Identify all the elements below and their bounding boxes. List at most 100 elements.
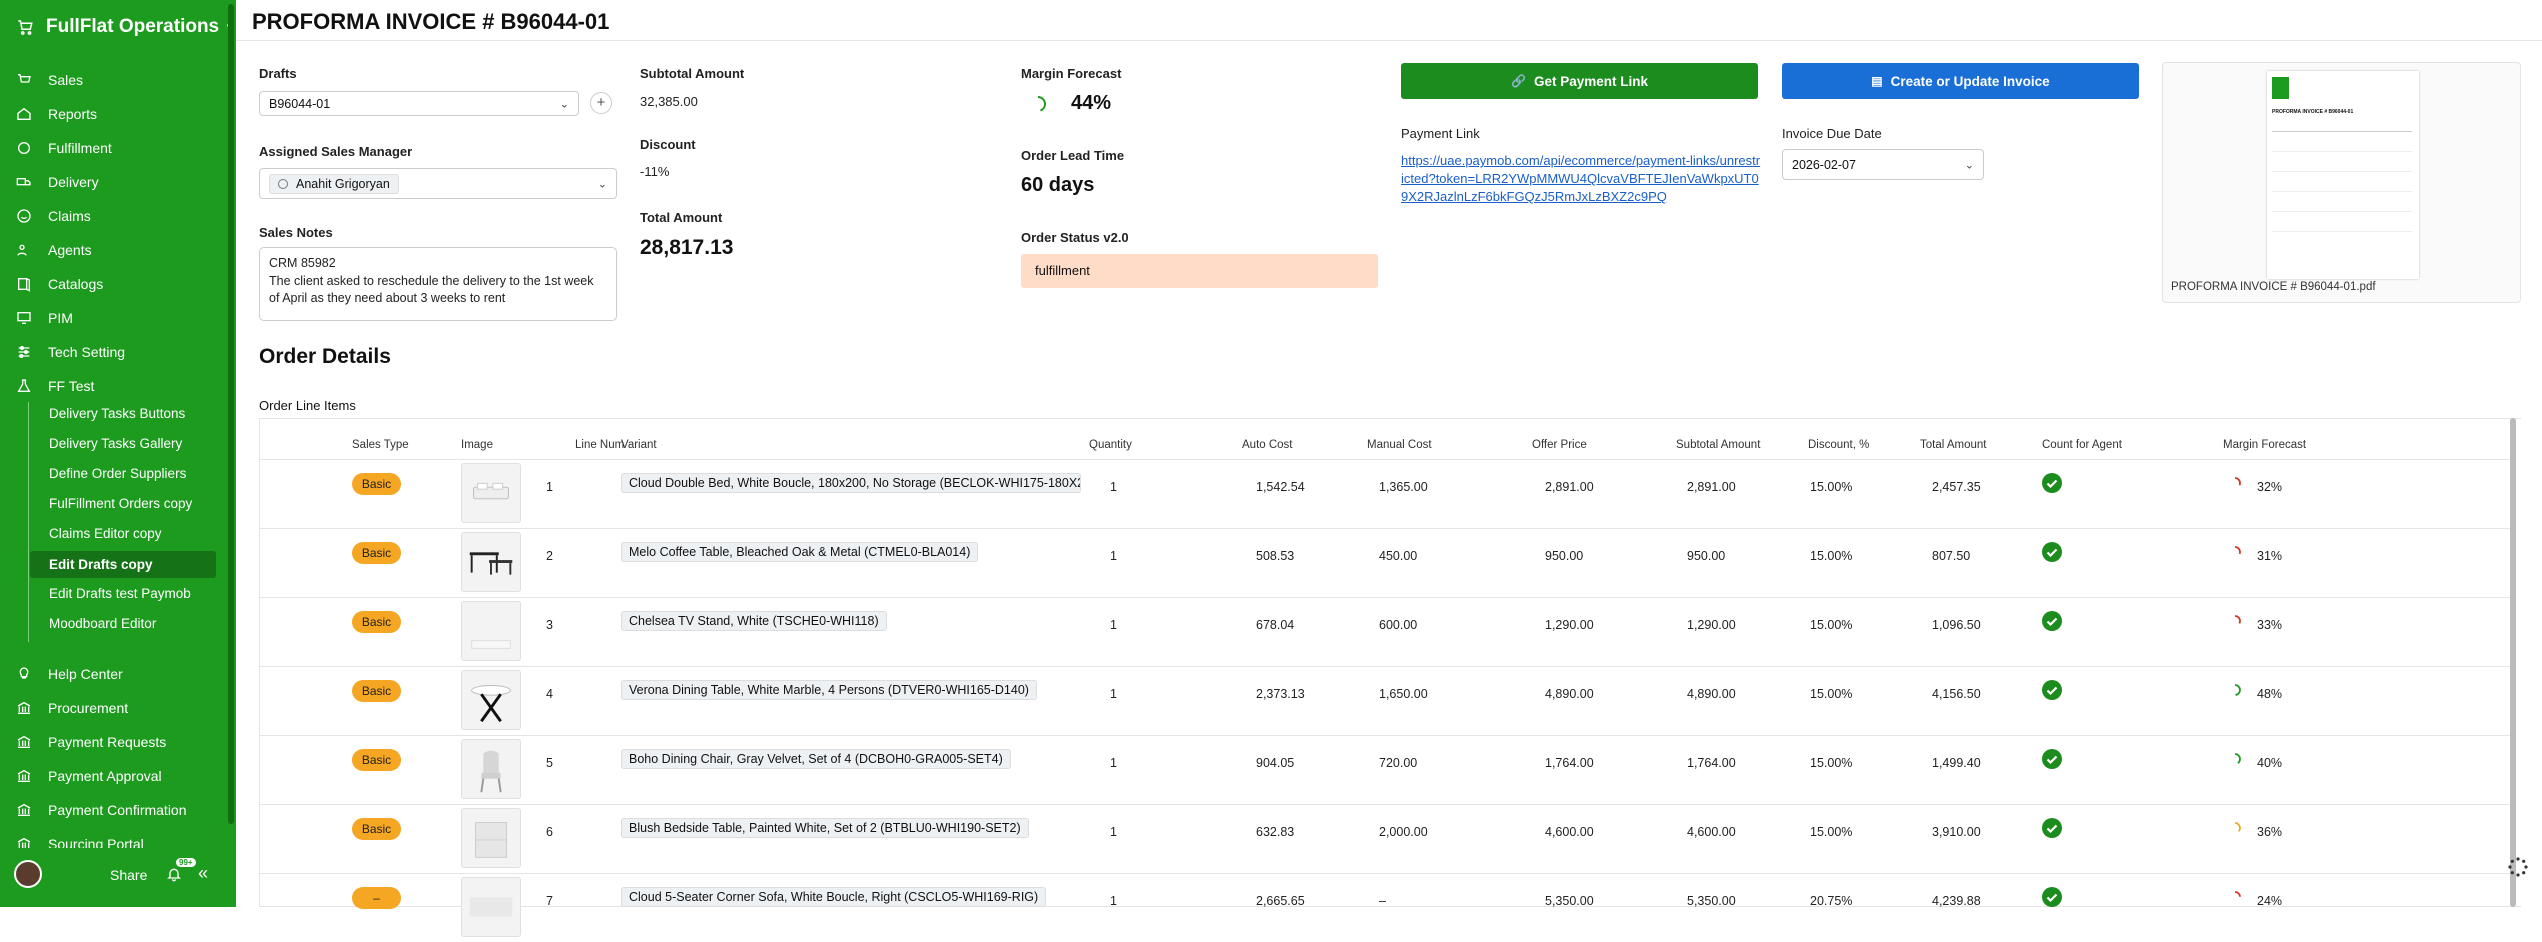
check-circle-icon[interactable]: [2042, 473, 2062, 493]
check-circle-icon[interactable]: [2042, 542, 2062, 562]
manual-cost-cell[interactable]: 720.00: [1379, 756, 1417, 770]
nav-item-payment-approval[interactable]: Payment Approval: [16, 766, 162, 786]
column-header[interactable]: Sales Type: [352, 439, 409, 451]
column-header[interactable]: Offer Price: [1532, 439, 1587, 451]
check-circle-icon[interactable]: [2042, 818, 2062, 838]
table-row[interactable]: Basic 1 Cloud Double Bed, White Boucle, 18…: [260, 459, 2512, 528]
nav-item-ff-test[interactable]: FF Test: [16, 376, 94, 396]
manual-cost-cell[interactable]: 2,000.00: [1379, 825, 1428, 839]
variant-chip[interactable]: Cloud 5-Seater Corner Sofa, White Boucle…: [621, 887, 1047, 907]
avatar[interactable]: [14, 860, 42, 888]
nav-subitem-claims-editor-copy[interactable]: Claims Editor copy: [49, 526, 162, 541]
check-circle-icon[interactable]: [2042, 611, 2062, 631]
offer-price-cell[interactable]: 1,290.00: [1545, 618, 1594, 632]
nav-item-reports[interactable]: Reports: [16, 104, 97, 124]
nav-subitem-define-order-suppliers[interactable]: Define Order Suppliers: [49, 466, 186, 481]
nav-item-help-center[interactable]: Help Center: [16, 664, 123, 684]
quantity-cell[interactable]: 1: [1110, 549, 1117, 563]
pdf-file-name[interactable]: PROFORMA INVOICE # B96044-01.pdf: [2171, 281, 2376, 293]
manager-select[interactable]: Anahit Grigoryan ⌄: [259, 168, 617, 199]
sales-notes-textarea[interactable]: CRM 85982 The client asked to reschedule…: [259, 247, 617, 321]
discount-cell[interactable]: 15.00%: [1810, 756, 1852, 770]
nav-subitem-edit-drafts-test-paymob[interactable]: Edit Drafts test Paymob: [49, 586, 191, 601]
discount-cell[interactable]: 20.75%: [1810, 894, 1852, 908]
offer-price-cell[interactable]: 1,764.00: [1545, 756, 1594, 770]
discount-cell[interactable]: 15.00%: [1810, 825, 1852, 839]
table-row[interactable]: Basic 3 Chelsea TV Stand, White (TSCHE0-WH…: [260, 597, 2512, 666]
get-payment-link-button[interactable]: 🔗 Get Payment Link: [1401, 63, 1758, 99]
manual-cost-cell[interactable]: 1,650.00: [1379, 687, 1428, 701]
column-header[interactable]: Auto Cost: [1242, 439, 1293, 451]
offer-price-cell[interactable]: 5,350.00: [1545, 894, 1594, 908]
table-row[interactable]: – 7 Cloud 5-Seater Corner Sofa, White Bouc…: [260, 873, 2512, 942]
column-header[interactable]: Margin Forecast: [2223, 439, 2306, 451]
column-header[interactable]: Discount, %: [1808, 439, 1869, 451]
share-button[interactable]: Share: [110, 867, 147, 883]
offer-price-cell[interactable]: 4,600.00: [1545, 825, 1594, 839]
variant-chip[interactable]: Melo Coffee Table, Bleached Oak & Metal …: [621, 542, 979, 562]
table-row[interactable]: Basic 4 Verona Dining Table, White Marble,…: [260, 666, 2512, 735]
discount-cell[interactable]: 15.00%: [1810, 687, 1852, 701]
nav-subitem-delivery-tasks-gallery[interactable]: Delivery Tasks Gallery: [49, 436, 182, 451]
app-switcher[interactable]: FullFlat Operations ▾: [16, 16, 233, 38]
quantity-cell[interactable]: 1: [1110, 894, 1117, 908]
variant-chip[interactable]: Verona Dining Table, White Marble, 4 Per…: [621, 680, 1037, 700]
table-scrollbar[interactable]: [2510, 418, 2516, 907]
table-row[interactable]: Basic 6 Blush Bedside Table, Painted White…: [260, 804, 2512, 873]
payment-link[interactable]: https://uae.paymob.com/api/ecommerce/pay…: [1401, 152, 1761, 206]
quantity-cell[interactable]: 1: [1110, 825, 1117, 839]
nav-item-agents[interactable]: Agents: [16, 240, 92, 260]
manual-cost-cell[interactable]: 600.00: [1379, 618, 1417, 632]
nav-item-tech-setting[interactable]: Tech Setting: [16, 342, 125, 362]
check-circle-icon[interactable]: [2042, 749, 2062, 769]
discount-cell[interactable]: 15.00%: [1810, 480, 1852, 494]
column-header[interactable]: Image: [461, 439, 493, 451]
nav-item-payment-confirmation[interactable]: Payment Confirmation: [16, 800, 187, 820]
nav-item-payment-requests[interactable]: Payment Requests: [16, 732, 166, 752]
nav-item-sales[interactable]: Sales: [16, 70, 83, 90]
nav-item-pim[interactable]: PIM: [16, 308, 73, 328]
quantity-cell[interactable]: 1: [1110, 756, 1117, 770]
variant-chip[interactable]: Blush Bedside Table, Painted White, Set …: [621, 818, 1029, 838]
column-header[interactable]: Total Amount: [1920, 439, 1986, 451]
quantity-cell[interactable]: 1: [1110, 618, 1117, 632]
bell-icon[interactable]: [166, 866, 182, 882]
variant-chip[interactable]: Cloud Double Bed, White Boucle, 180x200,…: [621, 473, 1081, 493]
column-header[interactable]: Manual Cost: [1367, 439, 1432, 451]
invoice-pdf-card[interactable]: PROFORMA INVOICE # B96044-01 PROFORMA IN…: [2162, 62, 2521, 303]
manual-cost-cell[interactable]: –: [1379, 894, 1386, 908]
collapse-sidebar-icon[interactable]: «: [198, 863, 208, 884]
add-draft-button[interactable]: +: [590, 92, 612, 114]
nav-item-catalogs[interactable]: Catalogs: [16, 274, 103, 294]
nav-subitem-fulfillment-orders-copy[interactable]: FulFillment Orders copy: [49, 496, 192, 511]
discount-cell[interactable]: 15.00%: [1810, 618, 1852, 632]
nav-item-delivery[interactable]: Delivery: [16, 172, 99, 192]
variant-chip[interactable]: Boho Dining Chair, Gray Velvet, Set of 4…: [621, 749, 1011, 769]
discount-cell[interactable]: 15.00%: [1810, 549, 1852, 563]
nav-subitem-delivery-tasks-buttons[interactable]: Delivery Tasks Buttons: [49, 406, 185, 421]
column-header[interactable]: Quantity: [1089, 439, 1132, 451]
table-row[interactable]: Basic 2 Melo Coffee Table, Bleached Oak & …: [260, 528, 2512, 597]
nav-item-procurement[interactable]: Procurement: [16, 698, 128, 718]
column-header[interactable]: Line Num: [575, 439, 624, 451]
quantity-cell[interactable]: 1: [1110, 687, 1117, 701]
nav-item-claims[interactable]: Claims: [16, 206, 91, 226]
sidebar-scrollbar[interactable]: [228, 4, 234, 824]
variant-chip[interactable]: Chelsea TV Stand, White (TSCHE0-WHI118): [621, 611, 887, 631]
column-header[interactable]: Subtotal Amount: [1676, 439, 1760, 451]
create-invoice-button[interactable]: ▤ Create or Update Invoice: [1782, 63, 2139, 99]
column-header[interactable]: Variant: [621, 439, 657, 451]
check-circle-icon[interactable]: [2042, 680, 2062, 700]
invoice-due-date-picker[interactable]: 2026-02-07 ⌄: [1782, 149, 1984, 180]
nav-subitem-moodboard-editor[interactable]: Moodboard Editor: [49, 616, 156, 631]
manual-cost-cell[interactable]: 1,365.00: [1379, 480, 1428, 494]
table-row[interactable]: Basic 5 Boho Dining Chair, Gray Velvet, Se…: [260, 735, 2512, 804]
column-header[interactable]: Count for Agent: [2042, 439, 2122, 451]
offer-price-cell[interactable]: 950.00: [1545, 549, 1583, 563]
manual-cost-cell[interactable]: 450.00: [1379, 549, 1417, 563]
offer-price-cell[interactable]: 4,890.00: [1545, 687, 1594, 701]
nav-item-fulfillment[interactable]: Fulfillment: [16, 138, 112, 158]
drafts-select[interactable]: B96044-01 ⌄: [259, 91, 579, 116]
quantity-cell[interactable]: 1: [1110, 480, 1117, 494]
check-circle-icon[interactable]: [2042, 887, 2062, 907]
